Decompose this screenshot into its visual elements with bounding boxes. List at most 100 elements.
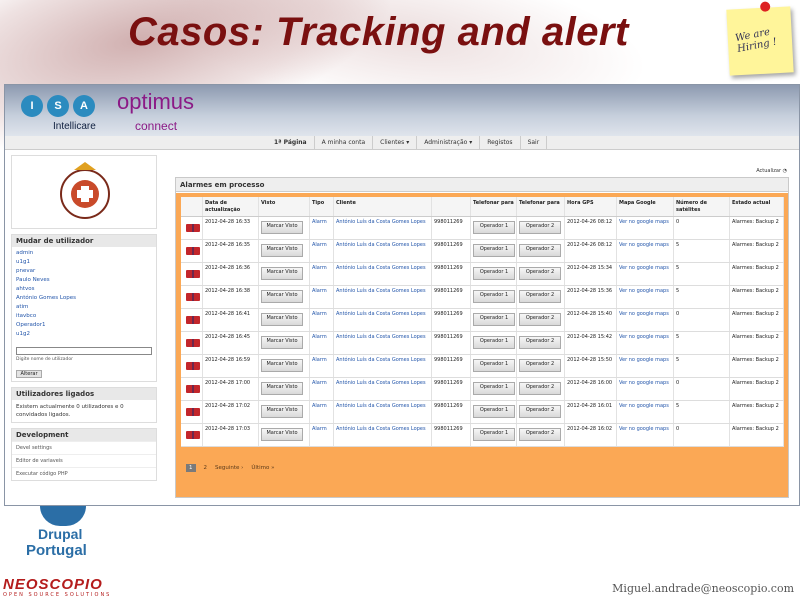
call-operator2-button[interactable]: Operador 2 xyxy=(519,290,561,303)
user-link[interactable]: itavbco xyxy=(16,312,152,321)
cell-type[interactable]: Alarm xyxy=(312,219,327,225)
cell-type[interactable]: Alarm xyxy=(312,265,327,271)
user-link[interactable]: Paulo Neves xyxy=(16,276,152,285)
switch-user-input[interactable] xyxy=(16,347,152,355)
call-operator2-button[interactable]: Operador 2 xyxy=(519,405,561,418)
nav-item-home[interactable]: 1ª Página xyxy=(267,136,315,150)
col-header[interactable]: Visto xyxy=(259,197,310,216)
google-maps-link[interactable]: Ver no google maps xyxy=(619,265,669,271)
mark-seen-button[interactable]: Marcar Visto xyxy=(261,382,303,395)
cell-type[interactable]: Alarm xyxy=(312,357,327,363)
pager-last[interactable]: Último » xyxy=(251,465,274,471)
cell-client[interactable]: António Luís da Costa Gomes Lopes xyxy=(336,265,426,271)
mark-seen-button[interactable]: Marcar Visto xyxy=(261,244,303,257)
cell-client[interactable]: António Luís da Costa Gomes Lopes xyxy=(336,219,426,225)
mark-seen-button[interactable]: Marcar Visto xyxy=(261,336,303,349)
google-maps-link[interactable]: Ver no google maps xyxy=(619,288,669,294)
user-link[interactable]: atim xyxy=(16,303,152,312)
call-operator1-button[interactable]: Operador 1 xyxy=(473,221,515,234)
col-header[interactable]: Cliente xyxy=(334,197,432,216)
google-maps-link[interactable]: Ver no google maps xyxy=(619,242,669,248)
cell-type[interactable]: Alarm xyxy=(312,380,327,386)
call-operator2-button[interactable]: Operador 2 xyxy=(519,221,561,234)
col-header[interactable]: Tipo xyxy=(310,197,334,216)
dev-link-variables[interactable]: Editor de variaveis xyxy=(12,454,156,467)
cell-client[interactable]: António Luís da Costa Gomes Lopes xyxy=(336,426,426,432)
cell-client[interactable]: António Luís da Costa Gomes Lopes xyxy=(336,403,426,409)
refresh-link[interactable]: Actualizar ◔ xyxy=(756,168,787,174)
cell-client[interactable]: António Luís da Costa Gomes Lopes xyxy=(336,357,426,363)
pager-next[interactable]: Seguinte › xyxy=(215,465,243,471)
google-maps-link[interactable]: Ver no google maps xyxy=(619,311,669,317)
user-link[interactable]: u1g2 xyxy=(16,330,152,339)
cell-type[interactable]: Alarm xyxy=(312,334,327,340)
col-header[interactable]: Data de actualização xyxy=(203,197,259,216)
nav-item-administration[interactable]: Administração ▾ xyxy=(417,136,481,150)
call-operator2-button[interactable]: Operador 2 xyxy=(519,244,561,257)
user-link[interactable]: u1g1 xyxy=(16,258,152,267)
call-operator1-button[interactable]: Operador 1 xyxy=(473,244,515,257)
cell-type[interactable]: Alarm xyxy=(312,242,327,248)
call-operator1-button[interactable]: Operador 1 xyxy=(473,313,515,326)
table-cell xyxy=(181,332,203,354)
table-cell: Operador 1 xyxy=(471,424,517,446)
google-maps-link[interactable]: Ver no google maps xyxy=(619,219,669,225)
mark-seen-button[interactable]: Marcar Visto xyxy=(261,428,303,441)
google-maps-link[interactable]: Ver no google maps xyxy=(619,380,669,386)
table-cell: 998011269 xyxy=(432,401,471,423)
table-cell: Operador 2 xyxy=(517,378,565,400)
google-maps-link[interactable]: Ver no google maps xyxy=(619,426,669,432)
call-operator2-button[interactable]: Operador 2 xyxy=(519,313,561,326)
call-operator1-button[interactable]: Operador 1 xyxy=(473,267,515,280)
cell-client[interactable]: António Luís da Costa Gomes Lopes xyxy=(336,288,426,294)
cell-gps-time: 2012-04-28 15:42 xyxy=(567,334,613,340)
user-link[interactable]: pnevar xyxy=(16,267,152,276)
call-operator2-button[interactable]: Operador 2 xyxy=(519,336,561,349)
mark-seen-button[interactable]: Marcar Visto xyxy=(261,221,303,234)
user-link[interactable]: António Gomes Lopes xyxy=(16,294,152,303)
call-operator1-button[interactable]: Operador 1 xyxy=(473,382,515,395)
col-header[interactable]: Hora GPS xyxy=(565,197,617,216)
nav-item-logs[interactable]: Registos xyxy=(480,136,521,150)
cell-client[interactable]: António Luís da Costa Gomes Lopes xyxy=(336,242,426,248)
col-header[interactable]: Número de satélites xyxy=(674,197,730,216)
call-operator1-button[interactable]: Operador 1 xyxy=(473,359,515,372)
call-operator1-button[interactable]: Operador 1 xyxy=(473,290,515,303)
col-header[interactable]: Estado actual xyxy=(730,197,784,216)
brand-logo[interactable]: optimus xyxy=(117,89,194,115)
google-maps-link[interactable]: Ver no google maps xyxy=(619,334,669,340)
user-link[interactable]: ahtvos xyxy=(16,285,152,294)
nav-item-clients[interactable]: Clientes ▾ xyxy=(373,136,418,150)
cell-type[interactable]: Alarm xyxy=(312,311,327,317)
call-operator2-button[interactable]: Operador 2 xyxy=(519,359,561,372)
switch-user-button[interactable]: Alterar xyxy=(16,370,42,378)
table-cell: António Luís da Costa Gomes Lopes xyxy=(334,263,432,285)
call-operator1-button[interactable]: Operador 1 xyxy=(473,405,515,418)
mark-seen-button[interactable]: Marcar Visto xyxy=(261,290,303,303)
nav-item-my-account[interactable]: A minha conta xyxy=(315,136,374,150)
cell-client[interactable]: António Luís da Costa Gomes Lopes xyxy=(336,311,426,317)
table-cell: Operador 1 xyxy=(471,217,517,239)
mark-seen-button[interactable]: Marcar Visto xyxy=(261,405,303,418)
mark-seen-button[interactable]: Marcar Visto xyxy=(261,313,303,326)
user-link[interactable]: admin xyxy=(16,249,152,258)
nav-item-logout[interactable]: Sair xyxy=(521,136,548,150)
cell-client[interactable]: António Luís da Costa Gomes Lopes xyxy=(336,334,426,340)
mark-seen-button[interactable]: Marcar Visto xyxy=(261,267,303,280)
cell-type[interactable]: Alarm xyxy=(312,403,327,409)
call-operator2-button[interactable]: Operador 2 xyxy=(519,382,561,395)
user-link[interactable]: Operador1 xyxy=(16,321,152,330)
pager-page-2[interactable]: 2 xyxy=(204,465,208,471)
cell-type[interactable]: Alarm xyxy=(312,288,327,294)
google-maps-link[interactable]: Ver no google maps xyxy=(619,403,669,409)
call-operator2-button[interactable]: Operador 2 xyxy=(519,428,561,441)
google-maps-link[interactable]: Ver no google maps xyxy=(619,357,669,363)
cell-type[interactable]: Alarm xyxy=(312,426,327,432)
dev-link-php[interactable]: Executar código PHP xyxy=(12,467,156,480)
call-operator2-button[interactable]: Operador 2 xyxy=(519,267,561,280)
cell-client[interactable]: António Luís da Costa Gomes Lopes xyxy=(336,380,426,386)
dev-link-settings[interactable]: Devel settings xyxy=(12,441,156,454)
mark-seen-button[interactable]: Marcar Visto xyxy=(261,359,303,372)
call-operator1-button[interactable]: Operador 1 xyxy=(473,336,515,349)
call-operator1-button[interactable]: Operador 1 xyxy=(473,428,515,441)
